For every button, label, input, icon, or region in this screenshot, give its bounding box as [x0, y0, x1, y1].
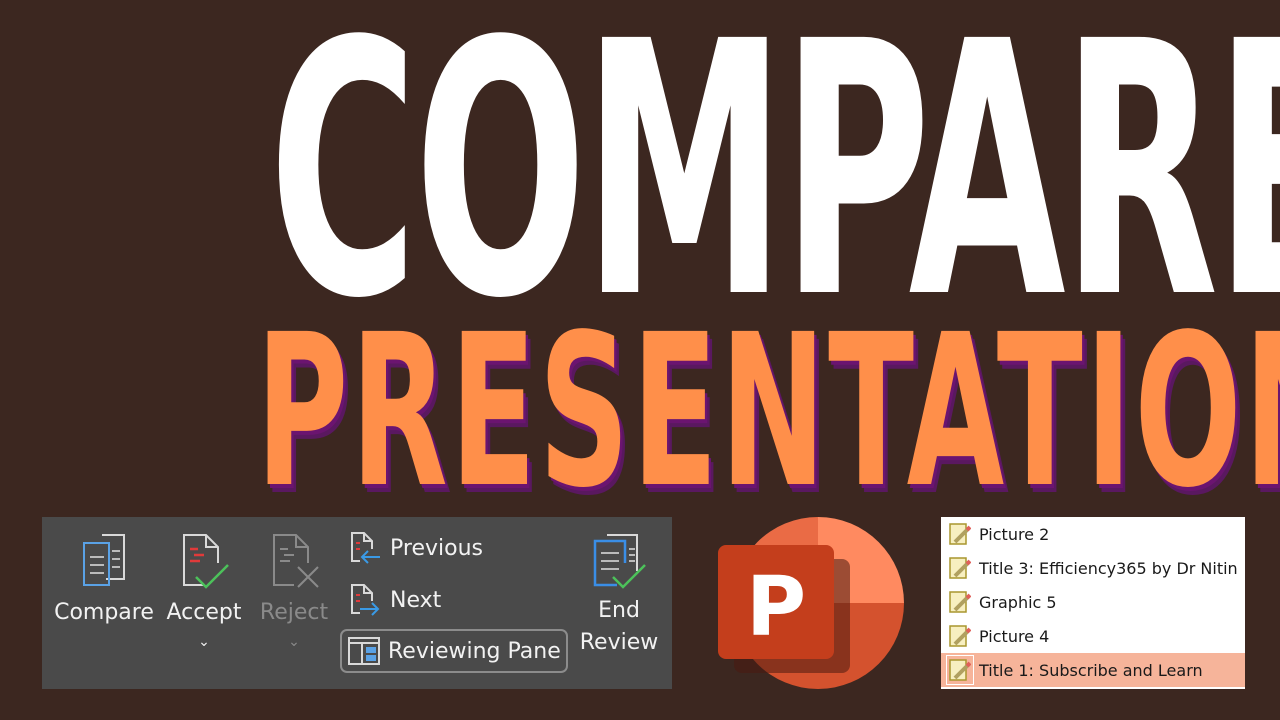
reject-dropdown-chevron-icon[interactable]: ⌄ — [252, 635, 336, 649]
previous-button[interactable]: Previous — [348, 531, 483, 565]
reject-change-icon — [273, 534, 319, 588]
accept-label: Accept — [166, 600, 242, 625]
reviewing-pane-label: Reviewing Pane — [388, 638, 561, 664]
previous-label: Previous — [390, 535, 483, 561]
accept-change-icon — [183, 534, 229, 589]
compare-button[interactable]: Compare — [52, 529, 156, 627]
previous-change-icon — [351, 532, 380, 564]
edit-document-icon — [949, 591, 971, 613]
edit-document-icon — [949, 523, 971, 545]
list-item-selected[interactable]: Title 1: Subscribe and Learn — [941, 653, 1245, 687]
reject-label: Reject — [259, 600, 329, 625]
list-item-label: Title 3: Efficiency365 by Dr Nitin — [979, 558, 1238, 578]
headline-compare: COMPARE — [268, 0, 1280, 375]
next-label: Next — [390, 587, 442, 613]
end-review-label-line1: End — [598, 598, 640, 623]
compare-documents-icon — [83, 534, 125, 586]
list-item[interactable]: Picture 4 — [941, 619, 1245, 653]
list-item[interactable]: Picture 2 — [941, 517, 1245, 551]
accept-button[interactable]: Accept ⌄ — [162, 529, 246, 649]
edit-document-icon — [949, 557, 971, 579]
end-review-button[interactable]: End Review — [577, 529, 661, 657]
list-item-label: Picture 2 — [979, 524, 1050, 544]
reviewing-pane-button[interactable]: Reviewing Pane — [340, 629, 568, 673]
next-change-icon — [351, 584, 380, 616]
edit-document-icon — [949, 625, 971, 647]
next-button[interactable]: Next — [348, 583, 441, 617]
review-ribbon: Compare Accept ⌄ Reject ⌄ Previous Next … — [42, 517, 672, 689]
reviewing-pane-icon — [348, 637, 380, 665]
headline-presentations: PRESENTATIONS — [256, 289, 1280, 534]
powerpoint-logo: P — [708, 515, 908, 695]
list-item-label: Graphic 5 — [979, 592, 1057, 612]
accept-dropdown-chevron-icon[interactable]: ⌄ — [162, 635, 246, 649]
edit-document-icon — [946, 655, 974, 685]
end-review-icon — [593, 534, 646, 589]
reviewing-pane-list: Picture 2 Title 3: Efficiency365 by Dr N… — [941, 517, 1245, 689]
reject-button[interactable]: Reject ⌄ — [252, 529, 336, 649]
list-item[interactable]: Title 3: Efficiency365 by Dr Nitin — [941, 551, 1245, 585]
list-item-label: Title 1: Subscribe and Learn — [979, 660, 1203, 680]
powerpoint-logo-letter: P — [746, 560, 806, 655]
end-review-label-line2: Review — [579, 630, 659, 655]
list-item[interactable]: Graphic 5 — [941, 585, 1245, 619]
compare-label: Compare — [54, 600, 154, 625]
list-item-label: Picture 4 — [979, 626, 1050, 646]
